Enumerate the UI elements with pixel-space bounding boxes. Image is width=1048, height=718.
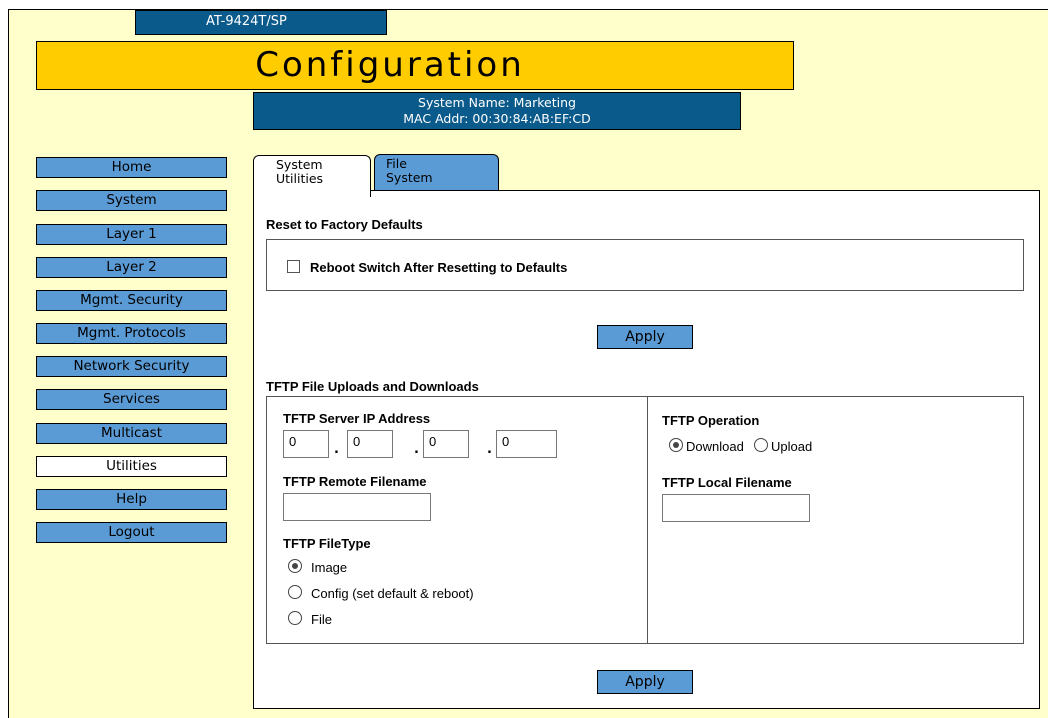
nav-home[interactable]: Home bbox=[36, 157, 227, 178]
page-title-banner: Configuration bbox=[36, 41, 794, 90]
tab-label-line2: Utilities bbox=[276, 171, 324, 186]
server-ip-label: TFTP Server IP Address bbox=[283, 411, 431, 426]
ip-octet-4-input[interactable]: 0 bbox=[496, 430, 557, 458]
tab-system-utilities[interactable]: System Utilities bbox=[253, 155, 371, 197]
nav-mgmt-security[interactable]: Mgmt. Security bbox=[36, 290, 227, 311]
operation-label: TFTP Operation bbox=[662, 413, 760, 428]
ip-separator: . bbox=[334, 442, 339, 457]
remote-filename-label: TFTP Remote Filename bbox=[283, 474, 427, 489]
tab-label-line1: File bbox=[386, 156, 407, 171]
nav-utilities[interactable]: Utilities bbox=[36, 456, 227, 477]
tftp-apply-button[interactable]: Apply bbox=[597, 670, 693, 694]
filetype-file-label: File bbox=[311, 612, 332, 627]
remote-filename-input[interactable] bbox=[283, 493, 431, 521]
filetype-image-radio[interactable] bbox=[288, 559, 302, 573]
reset-apply-button[interactable]: Apply bbox=[597, 325, 693, 349]
nav-network-security[interactable]: Network Security bbox=[36, 356, 227, 377]
reset-heading: Reset to Factory Defaults bbox=[266, 217, 423, 232]
ip-octet-2-input[interactable]: 0 bbox=[347, 430, 393, 458]
tftp-divider bbox=[647, 397, 648, 643]
mac-address: MAC Addr: 00:30:84:AB:EF:CD bbox=[403, 111, 591, 126]
nav-layer1[interactable]: Layer 1 bbox=[36, 224, 227, 245]
nav-system[interactable]: System bbox=[36, 190, 227, 211]
ip-separator: . bbox=[414, 442, 419, 457]
nav-layer2[interactable]: Layer 2 bbox=[36, 257, 227, 278]
operation-upload-radio[interactable] bbox=[754, 438, 768, 452]
nav-services[interactable]: Services bbox=[36, 389, 227, 410]
reboot-checkbox[interactable] bbox=[287, 260, 300, 273]
system-info-banner: System Name: Marketing MAC Addr: 00:30:8… bbox=[253, 92, 741, 130]
utilities-panel: Reset to Factory Defaults Reboot Switch … bbox=[253, 190, 1040, 709]
nav-multicast[interactable]: Multicast bbox=[36, 423, 227, 444]
nav-help[interactable]: Help bbox=[36, 489, 227, 510]
operation-download-radio[interactable] bbox=[669, 438, 683, 452]
tab-file-system[interactable]: File System bbox=[374, 154, 499, 191]
reboot-label: Reboot Switch After Resetting to Default… bbox=[310, 260, 568, 275]
ip-separator: . bbox=[487, 442, 492, 457]
local-filename-input[interactable] bbox=[662, 494, 810, 522]
local-filename-label: TFTP Local Filename bbox=[662, 475, 792, 490]
filetype-image-label: Image bbox=[311, 560, 348, 575]
page-title: Configuration bbox=[255, 45, 525, 85]
filetype-config-label: Config (set default & reboot) bbox=[311, 586, 474, 601]
tftp-heading: TFTP File Uploads and Downloads bbox=[266, 379, 479, 394]
server-ip-input-group: 0 . 0 . 0 . 0 bbox=[283, 430, 557, 460]
model-label: AT-9424T/SP bbox=[135, 10, 387, 35]
nav-logout[interactable]: Logout bbox=[36, 522, 227, 543]
operation-upload-label: Upload bbox=[771, 439, 813, 454]
filetype-file-radio[interactable] bbox=[288, 611, 302, 625]
system-name: System Name: Marketing bbox=[418, 95, 576, 110]
ip-octet-3-input[interactable]: 0 bbox=[423, 430, 469, 458]
tab-label-line1: System bbox=[276, 157, 323, 172]
ip-octet-1-input[interactable]: 0 bbox=[283, 430, 329, 458]
tftp-options-box: TFTP Server IP Address 0 . 0 . 0 . 0 TFT… bbox=[266, 396, 1024, 644]
operation-download-label: Download bbox=[686, 439, 744, 454]
tab-label-line2: System bbox=[386, 170, 433, 185]
filetype-label: TFTP FileType bbox=[283, 536, 371, 551]
filetype-config-radio[interactable] bbox=[288, 585, 302, 599]
reset-options-box: Reboot Switch After Resetting to Default… bbox=[266, 239, 1024, 291]
page-frame: AT-9424T/SP Configuration System Name: M… bbox=[8, 9, 1048, 718]
nav-mgmt-protocols[interactable]: Mgmt. Protocols bbox=[36, 323, 227, 344]
